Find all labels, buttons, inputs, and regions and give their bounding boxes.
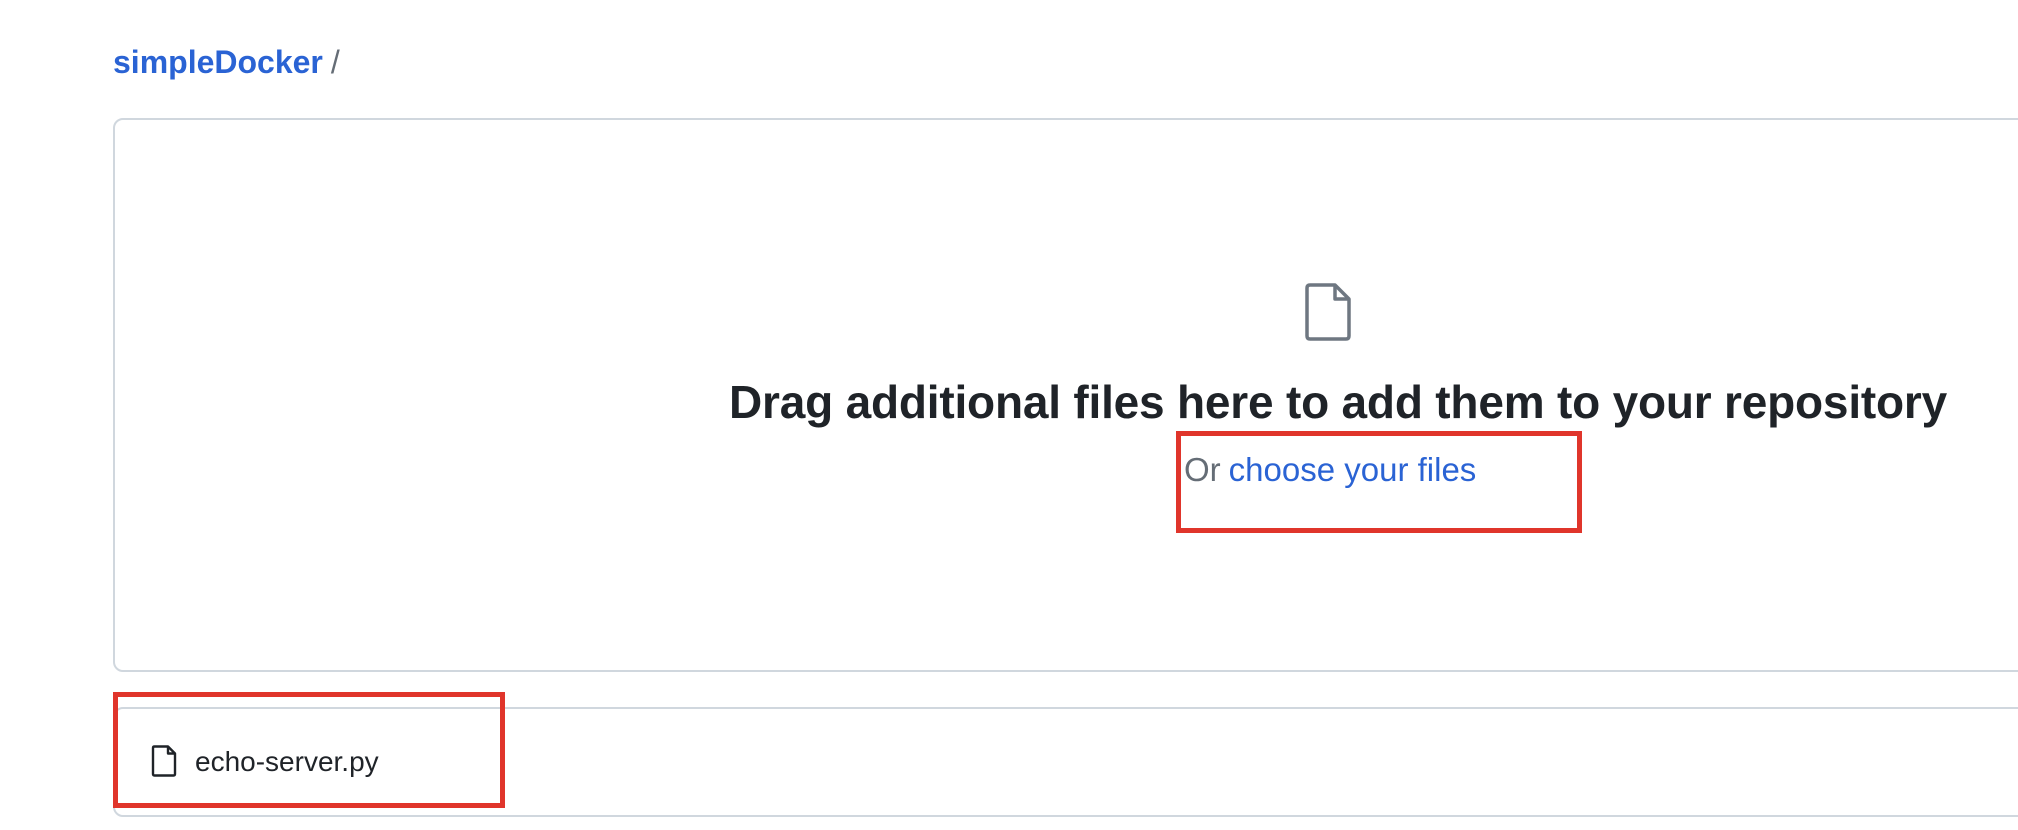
repo-link[interactable]: simpleDocker xyxy=(113,44,323,80)
file-item-name[interactable]: echo-server.py xyxy=(195,742,379,782)
breadcrumb: simpleDocker / xyxy=(113,40,340,84)
breadcrumb-separator: / xyxy=(330,44,340,80)
dropzone-subtext: Or choose your files xyxy=(1184,448,1476,492)
file-icon xyxy=(151,745,177,777)
choose-files-link[interactable]: choose your files xyxy=(1229,451,1477,488)
file-list xyxy=(113,707,2018,817)
file-icon xyxy=(1305,283,1351,341)
upload-page: simpleDocker / Drag additional files here… xyxy=(0,0,2018,830)
dropzone-title: Drag additional files here to add them t… xyxy=(729,376,1947,428)
or-text: Or xyxy=(1184,451,1221,488)
